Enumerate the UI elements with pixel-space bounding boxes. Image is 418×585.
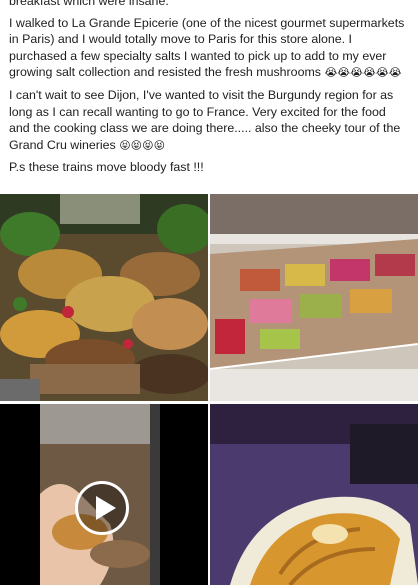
photo-grid [0,194,418,585]
play-button[interactable] [75,481,129,535]
crying-emoji-icon: 😭😭😭😭😭😭 [324,66,402,80]
post-paragraph: I can't wait to see Dijon, I've wanted t… [9,87,404,152]
play-icon [96,496,116,520]
post-paragraph: I walked to La Grande Epicerie (one of t… [9,15,408,80]
macaron-display-photo[interactable] [210,194,418,401]
post-text: breakfast which were insane. I walked to… [0,0,418,181]
croissant-photo[interactable] [210,404,418,585]
mushroom-market-photo[interactable] [0,194,208,401]
tongue-out-emoji-icon: 😝😝😝😝 [119,138,166,152]
post-paragraph: P.s these trains move bloody fast !!! [9,160,204,175]
post-paragraph: breakfast which were insane. [9,0,169,8]
pastry-video-thumbnail[interactable] [0,404,208,585]
